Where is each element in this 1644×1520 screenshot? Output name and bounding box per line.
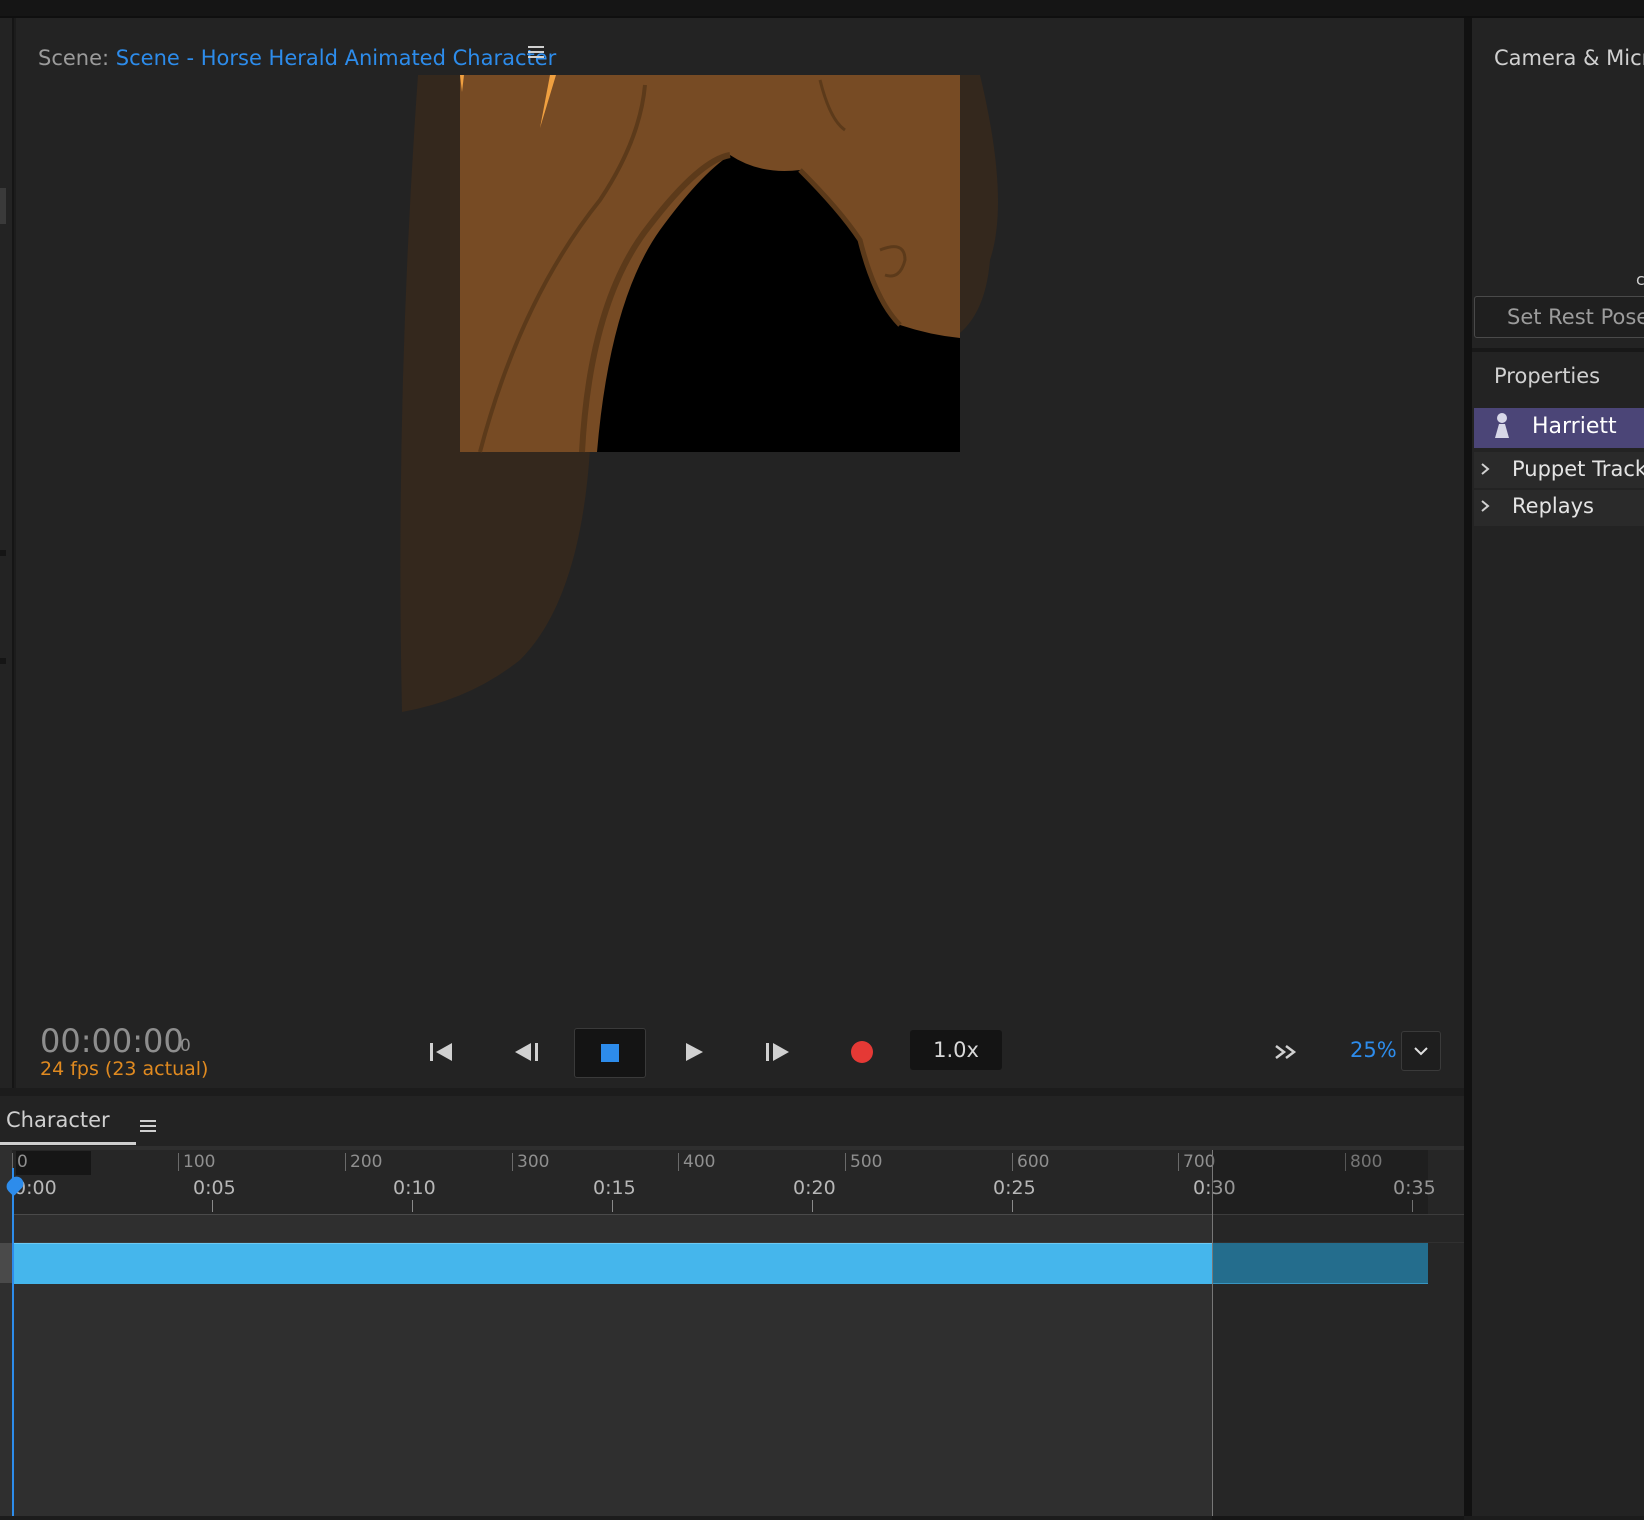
puppet-track-label: Puppet Track [1512, 457, 1644, 481]
scene-name: Scene - Horse Herald Animated Character [115, 46, 557, 70]
ruler-divider [12, 1214, 1464, 1215]
play-icon [686, 1043, 703, 1061]
time-tick-label: 0:30 [1193, 1177, 1236, 1199]
character-menu-icon[interactable] [140, 1119, 157, 1133]
panel-separator[interactable] [1464, 18, 1472, 1516]
scene-label: Scene: [38, 46, 110, 70]
frame-tick-label: 0 [12, 1153, 28, 1171]
chevron-right-icon [1481, 463, 1490, 475]
frame-tick-label: 500 [845, 1153, 882, 1171]
frame-tick-label: 300 [512, 1153, 549, 1171]
playback-speed[interactable]: 1.0x [910, 1030, 1002, 1070]
go-to-start-button[interactable] [419, 1030, 463, 1074]
frame-number: 0 [180, 1036, 191, 1056]
left-scroll-notch[interactable] [0, 188, 6, 224]
left-divider [0, 550, 6, 556]
record-button[interactable] [840, 1030, 884, 1074]
step-back-button[interactable] [505, 1030, 549, 1074]
frame-tick-label: 800 [1345, 1153, 1382, 1171]
time-tick-label: 0:10 [393, 1177, 436, 1199]
time-tick-mark [1012, 1200, 1013, 1212]
scene-menu-icon[interactable] [528, 45, 544, 59]
active-tab-indicator [0, 1142, 136, 1145]
left-divider [0, 658, 6, 664]
character-panel-header [0, 1096, 1464, 1146]
set-rest-pose-button[interactable]: Set Rest Pose [1474, 296, 1644, 338]
properties-panel-title[interactable]: Properties [1494, 364, 1600, 388]
frame-tick-label: 200 [345, 1153, 382, 1171]
time-tick-label: 0:35 [1393, 1177, 1436, 1199]
stop-button[interactable] [574, 1028, 646, 1078]
playhead-line [12, 1168, 14, 1516]
double-chevron-right-icon [1275, 1045, 1297, 1059]
chevron-right-icon [1481, 500, 1490, 512]
zoom-level: 25% [1350, 1038, 1397, 1062]
left-panel-edge [0, 18, 14, 1088]
time-tick-mark [812, 1200, 813, 1212]
timecode: 00:00:00 [40, 1022, 184, 1060]
scene-panel [16, 18, 1464, 1088]
scene-end-marker[interactable] [1212, 1150, 1213, 1516]
camera-mic-panel-title[interactable]: Camera & Micro [1494, 46, 1644, 70]
time-tick-label: 0:15 [593, 1177, 636, 1199]
tab-character[interactable]: Character [6, 1108, 110, 1132]
frame-tick-label: 600 [1012, 1153, 1049, 1171]
step-forward-icon [766, 1043, 789, 1061]
panel-divider [1472, 348, 1644, 352]
time-tick-mark [212, 1200, 213, 1212]
zoom-dropdown[interactable] [1401, 1031, 1441, 1071]
puppet-name: Harriett [1532, 414, 1617, 439]
frame-tick-label: 700 [1178, 1153, 1215, 1171]
play-button[interactable] [672, 1030, 716, 1074]
go-to-start-icon [430, 1043, 452, 1061]
time-tick-label: 0:20 [793, 1177, 836, 1199]
scene-track-bar[interactable] [12, 1243, 1428, 1284]
frame-tick-label: 100 [178, 1153, 215, 1171]
track-header-stub [0, 1243, 12, 1283]
stop-icon [601, 1044, 619, 1062]
top-strip [0, 0, 1644, 18]
right-panel [1472, 18, 1644, 1516]
chevron-down-icon [1414, 1047, 1428, 1056]
time-tick-mark [412, 1200, 413, 1212]
time-tick-label: 0:05 [193, 1177, 236, 1199]
time-tick-mark [1412, 1200, 1413, 1212]
puppet-icon [1495, 413, 1509, 438]
time-tick-mark [612, 1200, 613, 1212]
scene-title: Scene: Scene - Horse Herald Animated Cha… [38, 46, 556, 70]
record-icon [851, 1041, 873, 1063]
more-controls-button[interactable] [1264, 1030, 1308, 1074]
step-back-icon [515, 1043, 538, 1061]
step-forward-button[interactable] [755, 1030, 799, 1074]
camera-panel-text: c [1636, 270, 1644, 289]
time-tick-label: 0:25 [993, 1177, 1036, 1199]
frame-tick-label: 400 [678, 1153, 715, 1171]
fps-readout: 24 fps (23 actual) [40, 1058, 209, 1080]
replays-label: Replays [1512, 494, 1594, 518]
